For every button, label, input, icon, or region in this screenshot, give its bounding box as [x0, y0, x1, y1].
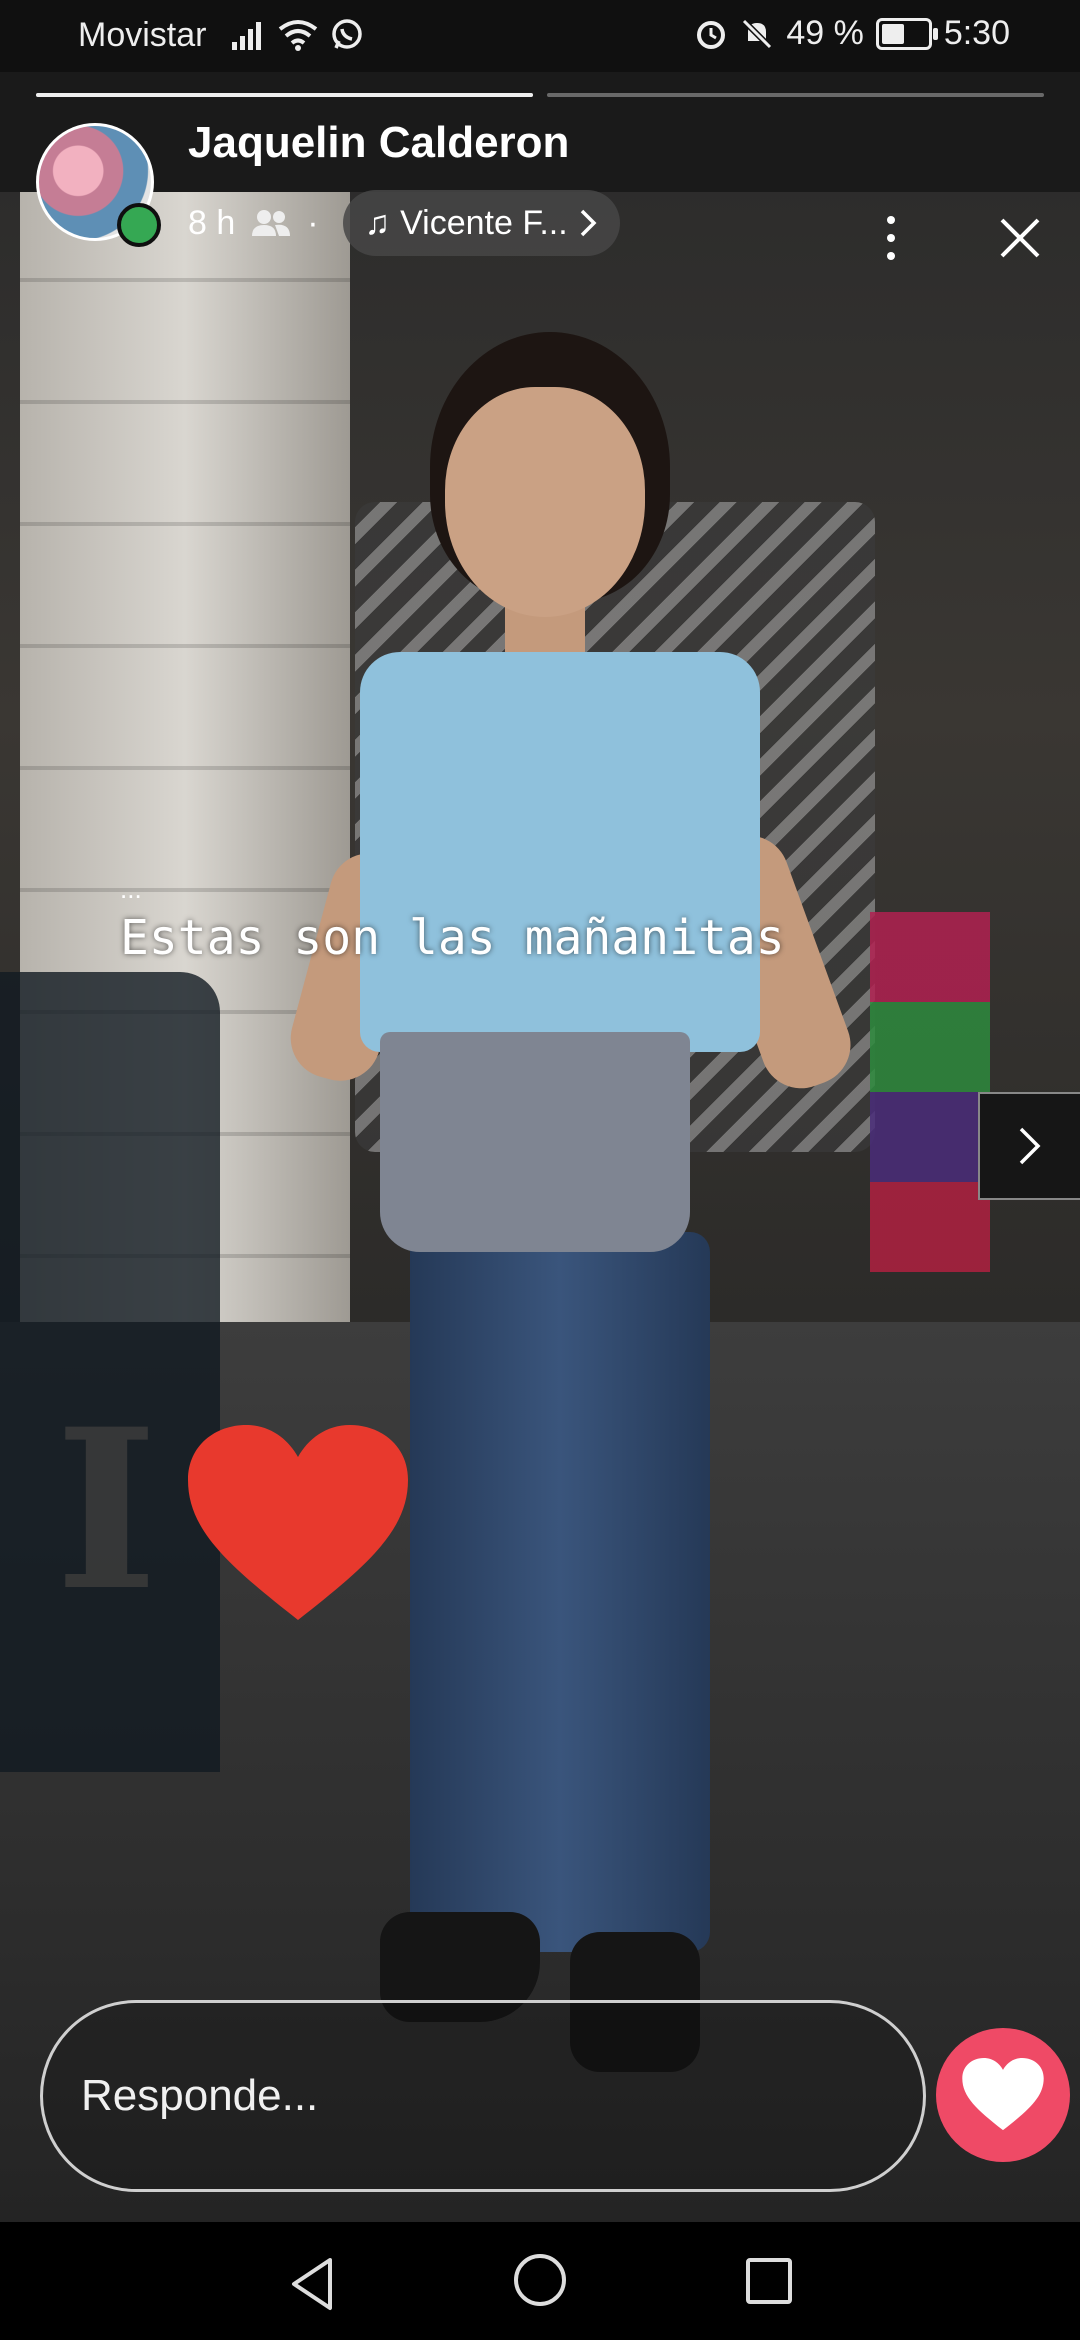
more-options-button[interactable] — [876, 216, 906, 260]
story-progress-segment — [547, 93, 1044, 97]
background-dark-object — [0, 972, 220, 1772]
status-bar: Movistar 49 % 5:30 — [0, 0, 1080, 72]
clock: 5:30 — [943, 14, 1010, 52]
friends-icon — [252, 210, 291, 236]
music-note-icon: ♫ — [364, 203, 391, 242]
meta-separator: · — [307, 203, 319, 242]
status-icons-left — [232, 18, 364, 52]
story-caption: Estas son las mañanitas — [120, 910, 785, 966]
reply-placeholder: Responde... — [81, 2071, 319, 2120]
status-icons-right: 49 % 5:30 — [694, 14, 1010, 53]
story-progress-segment — [36, 93, 533, 97]
story-progress — [36, 93, 1044, 97]
reply-input[interactable]: Responde... — [40, 2000, 926, 2192]
caption-dots: ... — [120, 874, 142, 904]
online-status-dot — [117, 203, 161, 247]
like-button[interactable] — [936, 2028, 1070, 2162]
music-button[interactable]: ♫ Vicente F... — [342, 190, 620, 256]
carrier-name: Movistar — [78, 16, 207, 54]
mute-icon — [742, 18, 773, 49]
story-media[interactable] — [0, 72, 1080, 2222]
story-meta: 8 h · ♫ Vicente F... — [188, 190, 620, 256]
battery-icon — [875, 17, 938, 50]
back-icon[interactable] — [288, 2256, 336, 2312]
sticker-letter: I — [55, 1380, 158, 1639]
recent-apps-icon[interactable] — [746, 2258, 792, 2304]
heart-icon — [962, 2058, 1044, 2131]
story-author-name[interactable]: Jaquelin Calderon — [188, 118, 569, 168]
whatsapp-icon — [332, 19, 362, 49]
wifi-icon — [278, 20, 318, 51]
home-icon[interactable] — [514, 2254, 566, 2306]
photo-subject — [281, 332, 920, 2152]
chevron-right-icon — [580, 209, 597, 237]
heart-sticker-icon — [188, 1425, 408, 1620]
music-label: Vicente F... — [400, 203, 568, 242]
alarm-icon — [697, 20, 726, 49]
close-icon[interactable] — [994, 212, 1046, 264]
story-time: 8 h — [188, 203, 236, 242]
chevron-right-icon — [1019, 1127, 1041, 1165]
signal-icon — [232, 22, 261, 50]
battery-percent: 49 % — [786, 14, 864, 52]
next-story-button[interactable] — [978, 1092, 1080, 1200]
